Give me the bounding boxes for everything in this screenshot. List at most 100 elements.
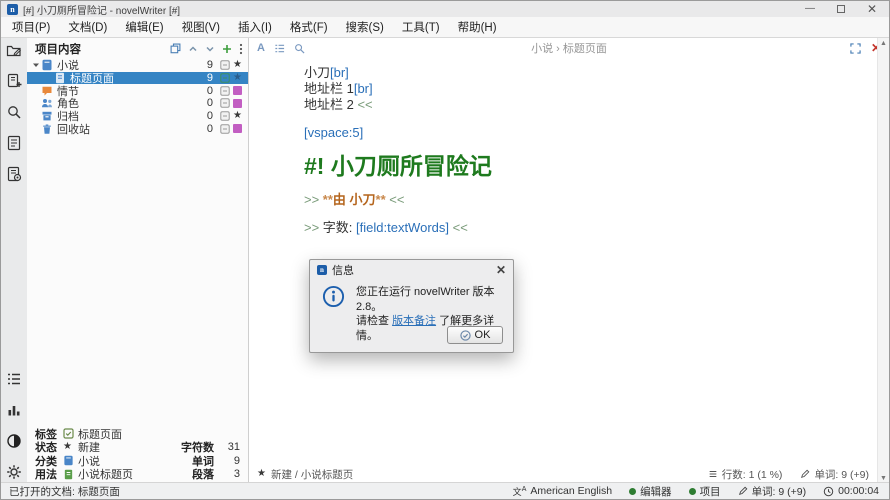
menu-help[interactable]: 帮助(H) [449, 17, 506, 37]
menu-view[interactable]: 视图(V) [173, 17, 229, 37]
archive-box-icon [41, 110, 55, 122]
scroll-up-icon[interactable]: ▲ [880, 40, 887, 47]
dialog-close-icon[interactable]: ✕ [496, 263, 506, 277]
editor-header: A 小说 › 标题页面 ✕ [249, 38, 889, 56]
status-star-icon: ★ [257, 469, 266, 479]
line-count: 行数: 1 (1 %) [722, 467, 783, 482]
project-tree: 小说 9 ★ 标题页面 9 ★ 情节 0 [27, 59, 248, 135]
sidebar [1, 38, 27, 484]
menu-insert[interactable]: 插入(I) [229, 17, 281, 37]
ok-check-icon [460, 330, 471, 341]
class-book-icon [63, 455, 78, 466]
open-document-status: 已打开的文档: 标题页面 [9, 484, 120, 499]
lines-icon [708, 469, 718, 479]
move-up-icon[interactable] [188, 44, 198, 54]
maximize-icon[interactable] [837, 5, 845, 13]
writing-stats-icon[interactable] [6, 402, 22, 418]
status-none-icon [218, 73, 231, 83]
editor-scrollbar[interactable]: ▲ ▼ [877, 38, 889, 484]
label-check-icon [63, 428, 78, 439]
scroll-down-icon[interactable]: ▼ [880, 475, 887, 482]
menu-project[interactable]: 项目(P) [3, 17, 59, 37]
menu-tools[interactable]: 工具(T) [393, 17, 449, 37]
doc-status-usage: 新建 / 小说标题页 [271, 467, 353, 482]
menubar: 项目(P) 文档(D) 编辑(E) 视图(V) 插入(I) 格式(F) 搜索(S… [1, 17, 889, 38]
text-line: >> 字数: [field:textWords] << [304, 220, 869, 236]
importance-star-icon: ★ [231, 111, 244, 121]
pen-icon [800, 469, 810, 479]
doc-outline-icon[interactable] [274, 43, 285, 54]
app-icon: n [317, 265, 327, 275]
trash-icon [41, 123, 55, 135]
add-item-icon[interactable] [222, 44, 232, 54]
build-manuscript-icon[interactable] [6, 166, 22, 182]
project-status-dot [689, 488, 696, 495]
text-line: 地址栏 2 << [304, 97, 869, 113]
editor-text-area[interactable]: 小刀[br] 地址栏 1[br] 地址栏 2 << [vspace:5] #! … [249, 56, 889, 236]
menu-search[interactable]: 搜索(S) [337, 17, 393, 37]
text-line: 小刀[br] [304, 65, 869, 81]
session-words: 单词: 9 (+9) [752, 484, 807, 499]
novel-view-icon[interactable] [6, 73, 22, 89]
breadcrumb: 小说 › 标题页面 [249, 40, 889, 56]
statusbar: 已打开的文档: 标题页面 文AAmerican English 编辑器 项目 单… [1, 482, 889, 499]
novelwriter-window: n [#] 小刀厕所冒险记 - novelWriter [#] — ✕ 项目(P… [0, 0, 890, 500]
status-none-icon [218, 111, 231, 121]
word-count: 单词: 9 (+9) [814, 467, 869, 482]
move-down-icon[interactable] [205, 44, 215, 54]
titlebar: n [#] 小刀厕所冒险记 - novelWriter [#] — ✕ [1, 1, 889, 17]
menu-document[interactable]: 文档(D) [59, 17, 116, 37]
status-star-icon: ★ [63, 442, 78, 452]
paragraph-count-value: 3 [214, 468, 240, 480]
copy-icon[interactable] [170, 43, 181, 54]
close-icon[interactable]: ✕ [867, 4, 877, 14]
window-title: [#] 小刀厕所冒险记 - novelWriter [#] [23, 2, 180, 17]
session-time[interactable]: 00:00:04 [838, 485, 879, 497]
status-none-icon [218, 86, 231, 96]
spellcheck-language[interactable]: American English [530, 485, 612, 497]
theme-toggle-icon[interactable] [6, 433, 22, 449]
status-color-chip [231, 86, 244, 95]
clock-icon [823, 486, 834, 497]
document-heading: #! 小刀厕所冒险记 [304, 151, 869, 181]
outline-icon[interactable] [6, 135, 22, 151]
text-line: >> **由 小刀** << [304, 192, 869, 208]
usage-page-icon [63, 469, 78, 480]
tree-item-trash[interactable]: 回收站 0 [27, 122, 248, 135]
settings-gear-icon[interactable] [6, 464, 22, 480]
word-count-value: 9 [214, 455, 240, 467]
timeline-icon[interactable] [6, 371, 22, 387]
editor-footer: ★ 新建 / 小说标题页 行数: 1 (1 %) 单词: 9 (+9) [249, 464, 877, 484]
importance-star-icon: ★ [231, 60, 244, 70]
ok-button[interactable]: OK [447, 326, 503, 344]
language-icon: 文A [513, 485, 527, 498]
maximize-editor-icon[interactable] [850, 43, 861, 54]
status-color-chip [231, 99, 244, 108]
pen-icon [738, 486, 748, 496]
search-icon[interactable] [6, 104, 22, 120]
search-doc-icon[interactable] [294, 43, 305, 54]
project-tree-icon[interactable] [6, 42, 22, 58]
text-line: 地址栏 1[br] [304, 81, 869, 97]
minimize-icon[interactable]: — [805, 4, 815, 14]
status-none-icon [218, 98, 231, 108]
app-icon: n [7, 4, 18, 15]
importance-star-icon: ★ [231, 73, 244, 83]
expand-arrow-icon[interactable] [31, 61, 41, 69]
editor-status-dot [629, 488, 636, 495]
people-icon [41, 97, 55, 109]
text-line: [vspace:5] [304, 125, 869, 141]
menu-format[interactable]: 格式(F) [281, 17, 337, 37]
project-panel-title: 项目内容 [35, 41, 81, 57]
project-panel: 项目内容 小说 9 ★ [27, 38, 249, 484]
info-icon [322, 285, 345, 308]
char-count-value: 31 [214, 441, 240, 453]
release-notes-link[interactable]: 版本备注 [392, 315, 436, 327]
item-details-panel: 标签 标题页面 状态 ★ 新建 字符数 31 分类 小说 单词 9 用法 小说标… [27, 424, 248, 484]
font-size-icon[interactable]: A [257, 42, 265, 54]
more-options-icon[interactable] [239, 43, 243, 55]
dialog-titlebar[interactable]: n 信息 ✕ [310, 260, 513, 280]
detail-usage-value: 小说标题页 [78, 466, 166, 482]
menu-edit[interactable]: 编辑(E) [116, 17, 172, 37]
info-dialog: n 信息 ✕ 您正在运行 novelWriter 版本 2.8。 请检查 版本备… [309, 259, 514, 353]
